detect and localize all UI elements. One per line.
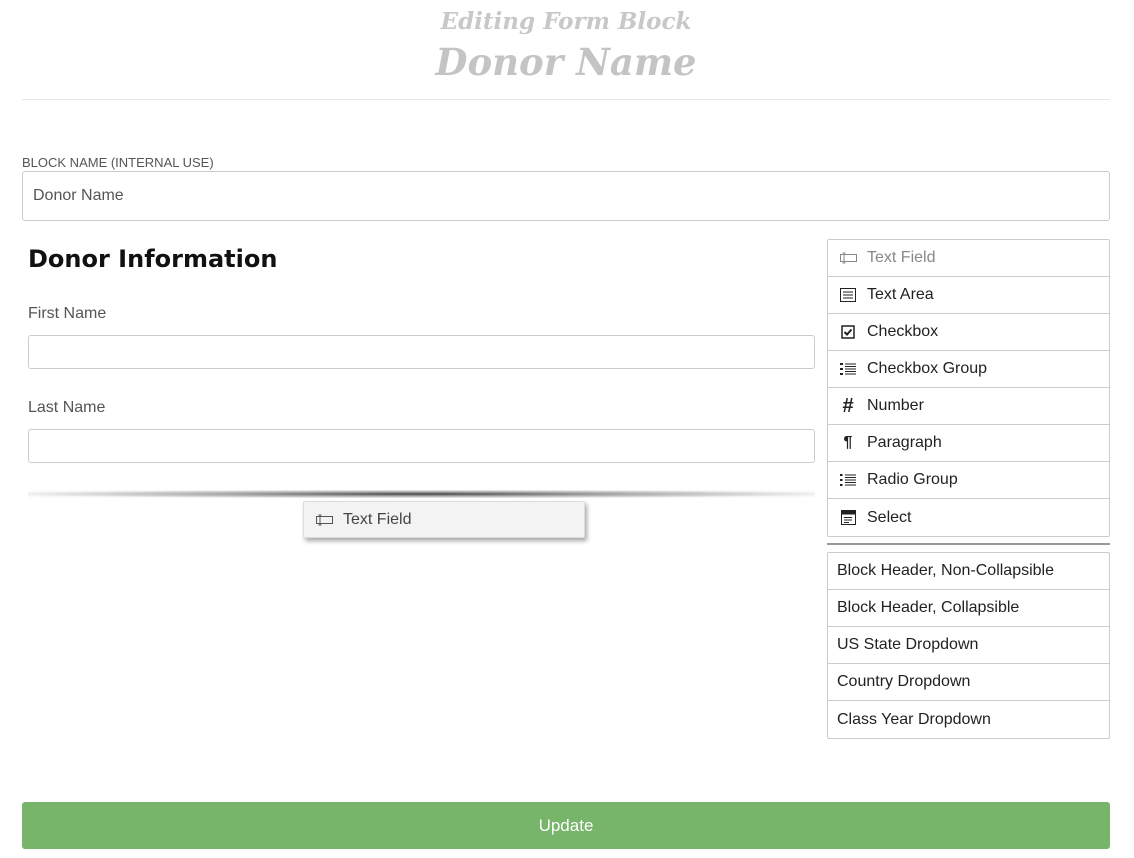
palette-item-label: Text Area [867, 286, 934, 303]
palette-item-block-header-non-collapsible[interactable]: Block Header, Non-Collapsible [828, 553, 1109, 590]
dragging-item-label: Text Field [343, 510, 412, 528]
palette-item-label: Select [867, 508, 912, 526]
text-field-icon [839, 249, 857, 267]
dragging-text-field[interactable]: Text Field [303, 501, 585, 538]
text-field-icon [316, 514, 334, 526]
palette-item-label: Checkbox [867, 323, 939, 340]
palette-item-label: Paragraph [867, 434, 942, 451]
palette-item-us-state-dropdown[interactable]: US State Dropdown [828, 627, 1109, 664]
pilcrow-icon: ¶ [843, 434, 853, 451]
palette-item-checkbox-group[interactable]: Checkbox Group [828, 351, 1109, 388]
palette-item-checkbox[interactable]: Checkbox [828, 314, 1109, 351]
block-name-label: BLOCK NAME (INTERNAL USE) [22, 155, 214, 170]
palette-item-number[interactable]: # Number [828, 388, 1109, 425]
section-title: Donor Information [28, 245, 278, 273]
palette-item-label: Number [867, 397, 924, 414]
update-button[interactable]: Update [22, 802, 1110, 849]
drop-indicator [28, 490, 815, 498]
block-palette: Block Header, Non-Collapsible Block Head… [827, 552, 1110, 739]
first-name-input[interactable] [28, 335, 815, 369]
palette-item-select[interactable]: Select [828, 499, 1109, 536]
palette-item-text-field[interactable]: Text Field [828, 240, 1109, 277]
palette-item-label: Radio Group [867, 471, 958, 488]
select-icon [839, 509, 857, 527]
palette-item-text-area[interactable]: Text Area [828, 277, 1109, 314]
last-name-input[interactable] [28, 429, 815, 463]
palette-divider [827, 543, 1110, 545]
block-name-input[interactable] [22, 171, 1110, 221]
checkbox-group-icon [839, 360, 857, 378]
page-header: Editing Form Block Donor Name [22, 0, 1110, 100]
field-palette: Text Field Text Area Checkbox Checkbox G… [827, 239, 1110, 537]
hash-icon: # [842, 394, 854, 417]
palette-item-radio-group[interactable]: Radio Group [828, 462, 1109, 499]
checkbox-icon [839, 323, 857, 341]
palette-item-label: Checkbox Group [867, 360, 988, 377]
palette-item-paragraph[interactable]: ¶ Paragraph [828, 425, 1109, 462]
page-subtitle: Editing Form Block [440, 8, 692, 35]
last-name-label: Last Name [28, 399, 106, 416]
radio-group-icon [839, 471, 857, 489]
page-title: Donor Name [435, 40, 697, 84]
palette-item-class-year-dropdown[interactable]: Class Year Dropdown [828, 701, 1109, 738]
palette-item-country-dropdown[interactable]: Country Dropdown [828, 664, 1109, 701]
palette-item-block-header-collapsible[interactable]: Block Header, Collapsible [828, 590, 1109, 627]
text-area-icon [839, 286, 857, 304]
first-name-label: First Name [28, 305, 107, 322]
palette-item-label: Text Field [867, 249, 936, 266]
